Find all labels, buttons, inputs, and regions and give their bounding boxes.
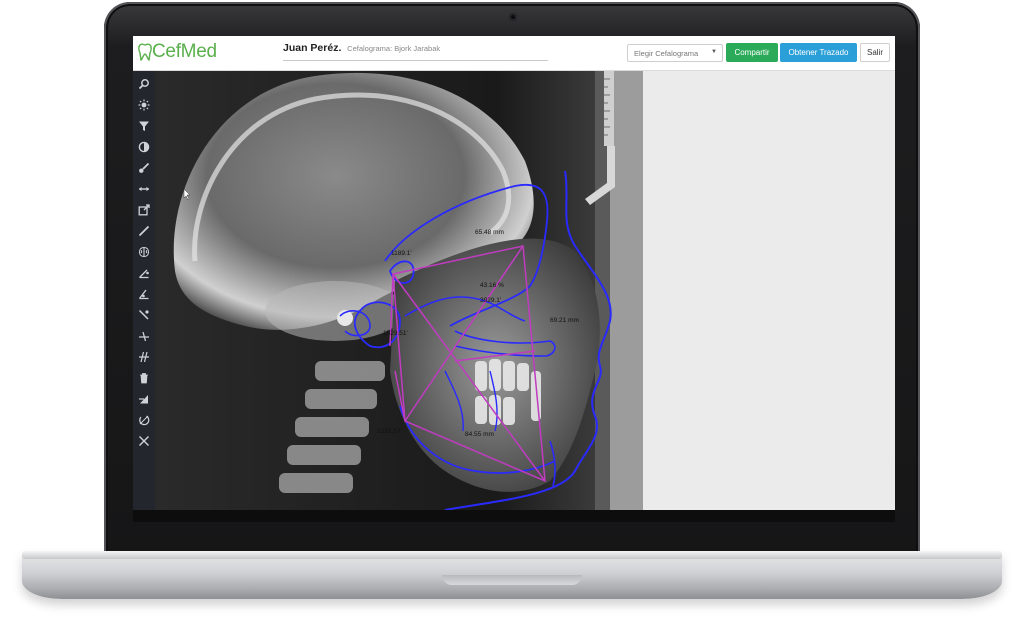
cephalogram-label: Cefalograma: Bjork Jarabak bbox=[347, 44, 441, 53]
share-button[interactable]: Compartir bbox=[726, 43, 778, 62]
measure-label: 43.16 % bbox=[480, 282, 504, 289]
rotate-icon[interactable] bbox=[135, 411, 153, 429]
perpendicular-icon[interactable] bbox=[135, 327, 153, 345]
filter-icon[interactable] bbox=[135, 117, 153, 135]
close-icon[interactable] bbox=[135, 432, 153, 450]
tool-sidebar bbox=[133, 71, 155, 510]
parallel-icon[interactable] bbox=[135, 348, 153, 366]
logo: CefMed bbox=[138, 39, 217, 65]
measure-label: 1189.1' bbox=[391, 250, 412, 257]
fill-icon[interactable] bbox=[135, 390, 153, 408]
brightness-icon[interactable] bbox=[135, 96, 153, 114]
measure-label: 69.21 mm bbox=[550, 317, 579, 324]
segment-icon[interactable] bbox=[135, 306, 153, 324]
cephalogram-image: 1189.1' 65.48 mm 43.16 % 3929.1' 1529.51… bbox=[155, 71, 643, 510]
patient-name: Juan Peréz. bbox=[283, 42, 342, 54]
cephalogram-select-text: Elegir Cefalograma bbox=[634, 49, 699, 58]
brush-icon[interactable] bbox=[135, 159, 153, 177]
laptop-notch bbox=[442, 575, 582, 585]
brain-icon[interactable] bbox=[135, 243, 153, 261]
camera-icon bbox=[509, 13, 517, 21]
tooth-icon bbox=[138, 43, 152, 61]
trash-icon[interactable] bbox=[135, 369, 153, 387]
xray-canvas[interactable]: 1189.1' 65.48 mm 43.16 % 3929.1' 1529.51… bbox=[155, 71, 643, 510]
export-icon[interactable] bbox=[135, 201, 153, 219]
laptop-base-edge bbox=[22, 551, 1002, 559]
angle-tool-icon[interactable] bbox=[135, 264, 153, 282]
chevron-down-icon: ▼ bbox=[711, 49, 717, 55]
get-tracing-button[interactable]: Obtener Trazado bbox=[780, 43, 857, 62]
right-panel bbox=[643, 71, 895, 510]
line-icon[interactable] bbox=[135, 222, 153, 240]
screen: CefMed Juan Peréz. Cefalograma: Bjork Ja… bbox=[133, 36, 895, 510]
measure-label: 65.48 mm bbox=[475, 229, 504, 236]
screen-bezel-bottom bbox=[133, 510, 895, 522]
measure-label: 1529.51' bbox=[383, 330, 408, 337]
angle-tool-2-icon[interactable] bbox=[135, 285, 153, 303]
measure-label: 1232.57' bbox=[377, 428, 402, 435]
measure-label: 84.55 mm bbox=[465, 431, 494, 438]
contrast-icon[interactable] bbox=[135, 138, 153, 156]
logo-text: CefMed bbox=[152, 41, 217, 62]
measure-width-icon[interactable] bbox=[135, 180, 153, 198]
patient-header: Juan Peréz. Cefalograma: Bjork Jarabak bbox=[283, 42, 548, 61]
exit-button[interactable]: Salir bbox=[860, 43, 890, 62]
cephalogram-select[interactable]: Elegir Cefalograma ▼ bbox=[627, 44, 723, 62]
top-bar: CefMed Juan Peréz. Cefalograma: Bjork Ja… bbox=[133, 36, 895, 71]
measure-label: 3929.1' bbox=[480, 297, 501, 304]
search-icon[interactable] bbox=[135, 75, 153, 93]
